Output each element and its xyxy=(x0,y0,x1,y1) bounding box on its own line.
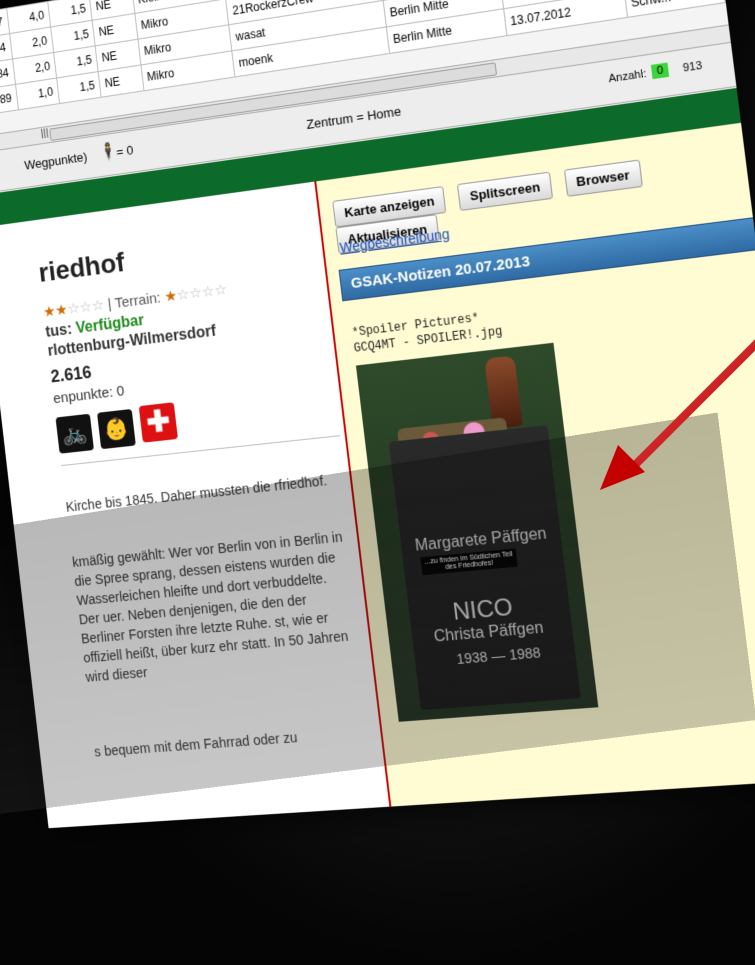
stroller-icon: 👶 xyxy=(97,408,136,450)
waypoints-text: Wegpunkte) xyxy=(23,149,89,173)
table-cell: NE xyxy=(98,65,144,98)
anzahl-label: Anzahl: xyxy=(607,67,648,86)
attribute-icons: 🚲 👶 ✚ xyxy=(55,401,185,454)
cache-code: 2.616 xyxy=(49,362,93,387)
scroll-grip-icon[interactable]: ||| xyxy=(40,127,49,139)
splitscreen-button[interactable]: Splitscreen xyxy=(457,171,553,211)
terrain-star-empty-icon: ☆☆☆☆ xyxy=(175,281,228,305)
anzahl-badge: 0 xyxy=(650,62,670,80)
screen-photo: 8,674,01,5NEKlein/S...WollhoodBerlin Mit… xyxy=(0,0,755,965)
cache-points: enpunkte: 0 xyxy=(52,382,126,408)
status-label: tus: xyxy=(44,321,73,341)
terrain-label: | Terrain: xyxy=(106,289,162,313)
person-count: = 0 xyxy=(115,142,135,160)
browser-button[interactable]: Browser xyxy=(563,159,643,197)
cache-title: riedhof xyxy=(37,246,127,288)
table-cell: 1,5 xyxy=(56,71,102,104)
first-aid-icon: ✚ xyxy=(138,402,178,443)
table-cell: 1,0 xyxy=(15,78,60,110)
red-arrow-icon xyxy=(600,339,755,490)
table-cell: 13.07.2012 xyxy=(503,0,628,36)
difficulty-star-icon: ★★ xyxy=(42,301,69,321)
zentrum-label: Zentrum = Home xyxy=(305,103,402,132)
total-count: 913 xyxy=(682,59,703,75)
bicycle-icon: 🚲 xyxy=(55,413,94,454)
table-cell: Schw... xyxy=(623,0,726,18)
difficulty-star-empty-icon: ☆☆☆ xyxy=(66,296,105,318)
